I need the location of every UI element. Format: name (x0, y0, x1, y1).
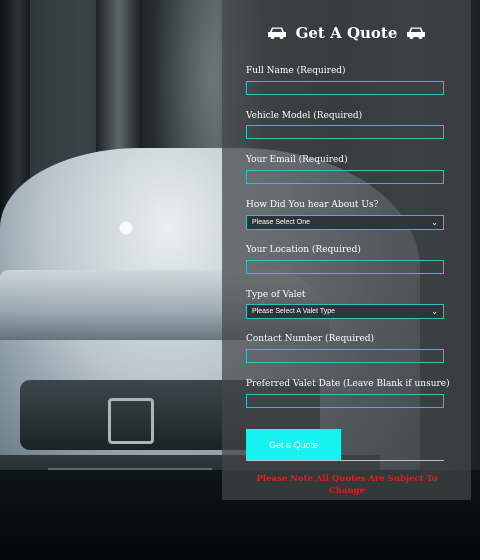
chevron-down-icon: ⌄ (431, 218, 438, 227)
location-label: Your Location (Required) (246, 245, 361, 255)
divider (246, 460, 444, 461)
disclaimer-note: Please Note All Quotes Are Subject To Ch… (256, 474, 438, 496)
preferred-date-input[interactable] (246, 394, 444, 408)
valet-type-select[interactable]: Please Select A Valet Type ⌄ (246, 304, 444, 319)
quote-form-panel: Get A Quote Full Name (Required) Vehicle… (222, 0, 471, 500)
valet-type-label: Type of Valet (246, 290, 306, 300)
car-icon (267, 25, 287, 43)
full-name-input[interactable] (246, 81, 444, 95)
location-input[interactable] (246, 260, 444, 274)
referral-select-value: Please Select One (252, 219, 310, 226)
vehicle-model-input[interactable] (246, 125, 444, 139)
vehicle-model-label: Vehicle Model (Required) (246, 111, 363, 121)
get-quote-button[interactable]: Get a Quote (246, 429, 341, 460)
contact-number-label: Contact Number (Required) (246, 334, 375, 344)
referral-label: How Did You hear About Us? (246, 200, 379, 210)
preferred-date-label: Preferred Valet Date (Leave Blank if uns… (246, 379, 450, 389)
contact-number-input[interactable] (246, 349, 444, 363)
valet-type-select-value: Please Select A Valet Type (252, 308, 336, 315)
car-icon (406, 25, 426, 43)
form-title: Get A Quote (222, 24, 471, 43)
referral-select[interactable]: Please Select One ⌄ (246, 215, 444, 230)
email-input[interactable] (246, 170, 444, 184)
car-logo (108, 398, 154, 444)
email-label: Your Email (Required) (246, 155, 348, 165)
full-name-label: Full Name (Required) (246, 66, 346, 76)
chevron-down-icon: ⌄ (431, 307, 438, 316)
form-title-text: Get A Quote (295, 24, 398, 42)
